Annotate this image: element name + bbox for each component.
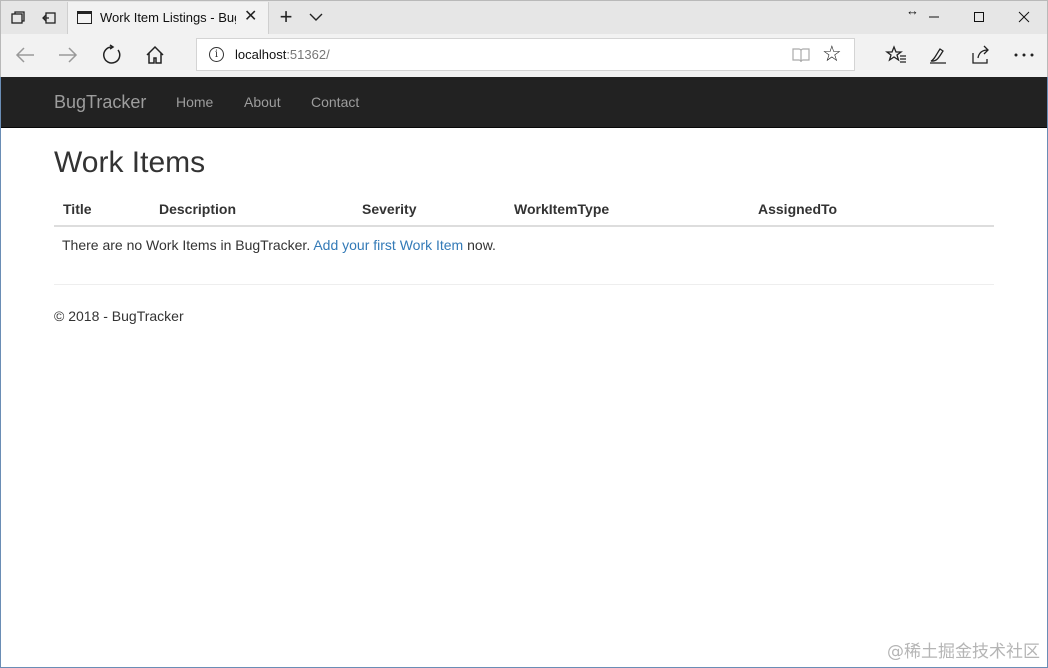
nav-about-link[interactable]: About — [244, 94, 281, 110]
favorites-list-icon[interactable] — [881, 40, 911, 70]
browser-toolbar: i localhost:51362/ ☆ — [0, 34, 1048, 77]
share-icon[interactable] — [966, 40, 996, 70]
site-navbar: BugTracker Home About Contact — [1, 77, 1047, 128]
address-bar[interactable]: i localhost:51362/ ☆ — [196, 38, 855, 71]
watermark: @稀土掘金技术社区 — [887, 642, 1040, 662]
home-icon[interactable] — [140, 40, 170, 70]
url-text[interactable]: localhost:51362/ — [235, 47, 330, 62]
tab-title: Work Item Listings - BugTracker — [100, 10, 236, 25]
brand-link[interactable]: BugTracker — [54, 92, 146, 113]
minimize-icon[interactable] — [911, 1, 957, 33]
url-port: :51362/ — [286, 47, 330, 62]
refresh-icon[interactable] — [97, 40, 127, 70]
tab-work-item-listings[interactable]: Work Item Listings - BugTracker ✕ — [67, 2, 269, 35]
favorite-star-icon[interactable]: ☆ — [822, 42, 842, 66]
nav-contact-link[interactable]: Contact — [311, 94, 359, 110]
column-header-workitemtype: WorkItemType — [514, 201, 610, 217]
table-header-row: Title Description Severity WorkItemType … — [54, 198, 994, 227]
column-header-severity: Severity — [362, 201, 417, 217]
browser-tab-strip: Work Item Listings - BugTracker ✕ + ↔ — [0, 0, 1048, 35]
column-header-description: Description — [159, 201, 237, 217]
reading-view-icon[interactable] — [791, 46, 811, 64]
window-border-left — [0, 77, 1, 668]
back-arrow-icon[interactable] — [10, 40, 40, 70]
page-favicon-icon — [77, 11, 92, 24]
empty-state-row: There are no Work Items in BugTracker. A… — [54, 227, 994, 264]
work-items-table: Title Description Severity WorkItemType … — [54, 198, 994, 264]
nav-home-link[interactable]: Home — [176, 94, 213, 110]
site-info-icon[interactable]: i — [209, 47, 224, 62]
chevron-down-icon[interactable] — [307, 9, 325, 25]
footer-divider — [54, 284, 994, 285]
pen-icon[interactable] — [923, 40, 953, 70]
tab-actions-icon[interactable] — [7, 7, 29, 29]
close-icon[interactable] — [1001, 1, 1047, 33]
set-tabs-aside-icon[interactable] — [38, 7, 60, 29]
forward-arrow-icon[interactable] — [53, 40, 83, 70]
tab-close-icon[interactable]: ✕ — [244, 9, 257, 25]
more-icon[interactable] — [1009, 40, 1039, 70]
empty-state-suffix: now. — [463, 237, 496, 253]
column-header-title: Title — [63, 201, 92, 217]
new-tab-icon[interactable]: + — [275, 5, 297, 29]
empty-state-text: There are no Work Items in BugTracker. — [62, 237, 314, 253]
add-first-work-item-link[interactable]: Add your first Work Item — [313, 237, 463, 253]
url-host: localhost — [235, 47, 287, 62]
column-header-assignedto: AssignedTo — [758, 201, 838, 217]
page-title: Work Items — [54, 146, 206, 179]
footer-copyright: © 2018 - BugTracker — [54, 308, 184, 324]
maximize-icon[interactable] — [956, 1, 1002, 33]
